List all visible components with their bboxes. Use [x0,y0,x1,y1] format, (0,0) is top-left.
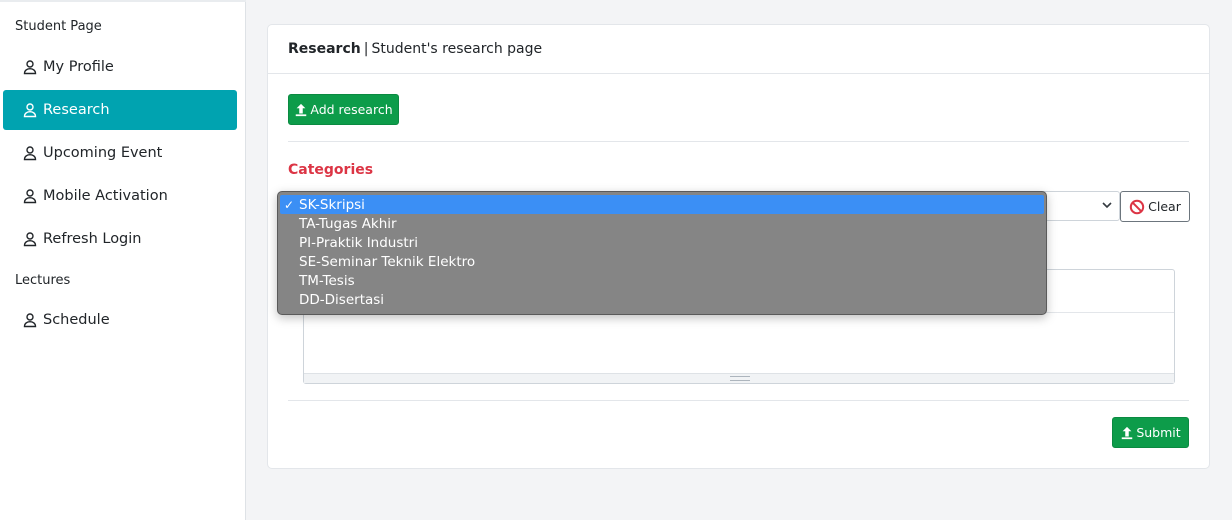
categories-label: Categories [288,162,374,178]
sidebar-top-divider [0,0,246,2]
submit-label: Submit [1136,425,1181,440]
dropdown-option-label: SE-Seminar Teknik Elektro [299,253,476,270]
sidebar-item-refresh-login[interactable]: Refresh Login [3,219,237,259]
chevron-down-icon [1102,202,1112,209]
page-subtitle: Student's research page [371,41,543,57]
dropdown-option-label: DD-Disertasi [299,291,385,308]
page-title: Research [288,41,361,57]
clear-button[interactable]: Clear [1120,191,1190,222]
dropdown-option[interactable]: DD-Disertasi [278,290,1046,309]
user-icon [22,312,38,328]
submit-button[interactable]: Submit [1112,417,1189,448]
dropdown-option-label: TM-Tesis [299,272,355,289]
resize-grip-icon[interactable] [730,376,750,381]
editor-resize-bar[interactable] [304,373,1174,383]
title-separator: | [363,41,369,57]
dropdown-option[interactable]: TM-Tesis [278,271,1046,290]
categories-dropdown-list: ✓ SK-Skripsi TA-Tugas Akhir PI-Praktik I… [277,191,1047,315]
divider [288,400,1189,401]
check-icon: ✓ [284,197,295,212]
sidebar-item-label: Research [43,102,110,118]
sidebar-item-my-profile[interactable]: My Profile [3,47,237,87]
sidebar-item-label: Mobile Activation [43,188,168,204]
dropdown-option-label: SK-Skripsi [299,196,365,213]
dropdown-option-label: PI-Praktik Industri [299,234,418,251]
dropdown-option[interactable]: SE-Seminar Teknik Elektro [278,252,1046,271]
sidebar-item-research[interactable]: Research [3,90,237,130]
sidebar-heading-student: Student Page [15,19,102,34]
upload-icon [1120,426,1134,440]
dropdown-option-label: TA-Tugas Akhir [299,215,397,232]
sidebar-item-mobile-activation[interactable]: Mobile Activation [3,176,237,216]
sidebar-item-label: Schedule [43,312,110,328]
sidebar-heading-lectures: Lectures [15,273,71,288]
add-research-button[interactable]: Add research [288,94,399,125]
sidebar-item-schedule[interactable]: Schedule [3,300,237,340]
dropdown-option[interactable]: ✓ SK-Skripsi [280,195,1044,214]
sidebar-item-label: Refresh Login [43,231,142,247]
sidebar-item-upcoming-event[interactable]: Upcoming Event [3,133,237,173]
user-icon [22,145,38,161]
sidebar-item-label: My Profile [43,59,114,75]
dropdown-option[interactable]: PI-Praktik Industri [278,233,1046,252]
sidebar: Student Page My Profile Research Upcomin… [0,0,246,520]
dropdown-option[interactable]: TA-Tugas Akhir [278,214,1046,233]
add-research-label: Add research [310,102,393,117]
user-icon [22,188,38,204]
clear-label: Clear [1148,199,1181,214]
sidebar-item-label: Upcoming Event [43,145,163,161]
divider [288,141,1189,142]
upload-icon [294,103,308,117]
user-icon [22,102,38,118]
card-header: Research | Student's research page [268,25,1209,74]
user-icon [22,59,38,75]
user-icon [22,231,38,247]
ban-icon [1129,199,1145,215]
